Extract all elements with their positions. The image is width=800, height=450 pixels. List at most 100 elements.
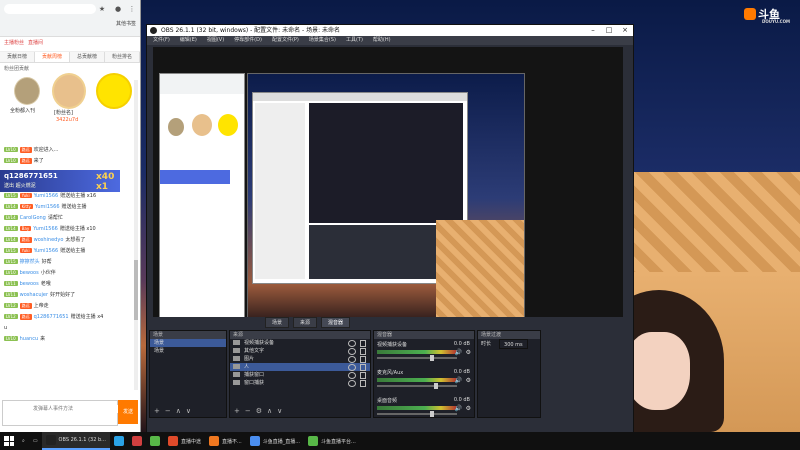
visibility-icon[interactable] [348,364,356,371]
user-nick[interactable]: Yumi1566 [34,248,59,254]
maximize-icon[interactable]: □ [601,25,617,36]
visibility-icon[interactable] [348,340,356,347]
user-nick[interactable]: Yumi1566 [33,226,58,232]
other-bookmarks[interactable]: 其他书签 [116,20,136,27]
close-icon[interactable]: × [617,25,633,36]
user-nick[interactable]: Yumi1566 [34,193,59,199]
menu-item[interactable]: 文件(F) [153,36,170,45]
dock-tab-scenes[interactable]: 场景 [265,317,290,328]
message-text: 来了 [33,158,44,164]
menu-item[interactable]: 配置文件(P) [272,36,299,45]
source-item[interactable]: 窗口捕获 [230,379,370,387]
message-text: 赠送给主播 x4 [70,314,104,320]
lock-icon[interactable] [360,372,366,379]
menu-item[interactable]: 视图(V) [207,36,224,45]
tab-weekly-rank[interactable]: 贡献周榜 [35,52,70,62]
source-item[interactable]: 图片 [230,355,370,363]
visibility-icon[interactable] [348,380,356,387]
account-icon[interactable]: ● [114,5,122,13]
task-view-icon[interactable]: ▭ [29,432,42,450]
gear-icon[interactable]: ⚙ [466,349,471,356]
chat-scrollbar[interactable] [134,80,138,390]
dock-tab-sources[interactable]: 来源 [293,317,318,328]
scene-item[interactable]: 场景 [150,347,226,355]
minimize-icon[interactable]: – [585,25,601,36]
taskbar-item[interactable]: 直播不... [205,432,246,450]
speaker-icon[interactable]: 🔊 [455,405,462,412]
menu-item[interactable]: 场景集合(S) [309,36,336,45]
up-icon[interactable]: ∧ [267,407,272,415]
taskbar-item[interactable] [128,432,146,450]
transition-label: 时长 [481,341,492,347]
user-nick[interactable]: woshinedyo [34,237,64,243]
tab-room[interactable]: 直播间 [28,39,43,49]
user-nick[interactable]: 擦擦然头 [20,258,40,265]
menu-item[interactable]: 停靠部件(D) [234,36,262,45]
menu-item[interactable]: 帮助(H) [373,36,391,45]
send-button[interactable]: 发送 [118,400,138,424]
add-icon[interactable]: + [234,407,240,415]
avatar[interactable] [14,77,40,105]
source-item[interactable]: 其他文字 [230,347,370,355]
taskbar-item[interactable]: 直播中途 [164,432,205,450]
add-icon[interactable]: + [154,407,160,415]
user-nick[interactable]: Yumi1566 [35,204,60,210]
visibility-icon[interactable] [348,372,356,379]
taskbar-item[interactable] [146,432,164,450]
user-nick[interactable]: CarolGong [20,215,46,221]
volume-slider[interactable] [377,411,457,417]
speaker-icon[interactable]: 🔊 [455,349,462,356]
tab-fans[interactable]: 主播粉丝 [4,39,24,49]
taskbar-item[interactable]: OBS 26.1.1 (32 b... [41,432,110,450]
volume-slider[interactable] [377,383,457,389]
taskbar-item[interactable]: 斗鱼直播平台... [304,432,360,450]
source-item[interactable]: 视频捕获设备 [230,339,370,347]
tab-total-rank[interactable]: 总贡献榜 [70,52,105,62]
transition-duration-input[interactable]: 300 ms [499,339,528,349]
avatar[interactable] [96,73,132,109]
gear-icon[interactable]: ⚙ [466,405,471,412]
user-nick[interactable]: bewoos [20,281,39,287]
user-nick[interactable]: bewoos [20,270,39,276]
gear-icon[interactable]: ⚙ [466,377,471,384]
taskbar-item[interactable]: 斗鱼直播_直播... [246,432,304,450]
address-bar[interactable] [4,4,96,14]
tab-fan-rank[interactable]: 粉丝排名 [105,52,140,62]
down-icon[interactable]: ∨ [186,407,191,415]
tab-daily-rank[interactable]: 贡献日榜 [0,52,35,62]
source-item[interactable]: 人 [230,363,370,371]
remove-icon[interactable]: − [165,407,171,415]
avatar[interactable] [52,73,86,109]
lock-icon[interactable] [360,380,366,387]
down-icon[interactable]: ∨ [277,407,282,415]
star-icon[interactable]: ★ [98,5,106,13]
lock-icon[interactable] [360,348,366,355]
volume-slider[interactable] [377,355,457,361]
start-button[interactable] [0,432,18,450]
scene-item[interactable]: 场景 [150,339,226,347]
obs-preview[interactable] [153,47,623,323]
up-icon[interactable]: ∧ [176,407,181,415]
menu-item[interactable]: 工具(T) [346,36,363,45]
user-nick[interactable]: huancu [20,336,39,342]
danmu-input[interactable] [31,405,119,413]
user-nick[interactable]: woshacujer [20,292,48,298]
search-icon[interactable]: ⌕ [18,432,29,450]
menu-item[interactable]: 编辑(E) [180,36,197,45]
visibility-icon[interactable] [348,348,356,355]
dock-tab-mixer[interactable]: 混音器 [321,317,351,328]
remove-icon[interactable]: − [245,407,251,415]
taskbar-item[interactable] [110,432,128,450]
fan-badge: Bay [19,226,32,231]
lock-icon[interactable] [360,356,366,363]
user-nick[interactable]: q1286771651 [34,314,69,320]
visibility-icon[interactable] [348,356,356,363]
gear-icon[interactable]: ⚙ [256,407,262,415]
lock-icon[interactable] [360,340,366,347]
lock-icon[interactable] [360,364,366,371]
menu-icon[interactable]: ⋮ [128,5,136,13]
mixer-header: 混音器 [374,331,474,339]
speaker-icon[interactable]: 🔊 [455,377,462,384]
message-text: u [4,324,8,331]
source-item[interactable]: 捕获窗口 [230,371,370,379]
